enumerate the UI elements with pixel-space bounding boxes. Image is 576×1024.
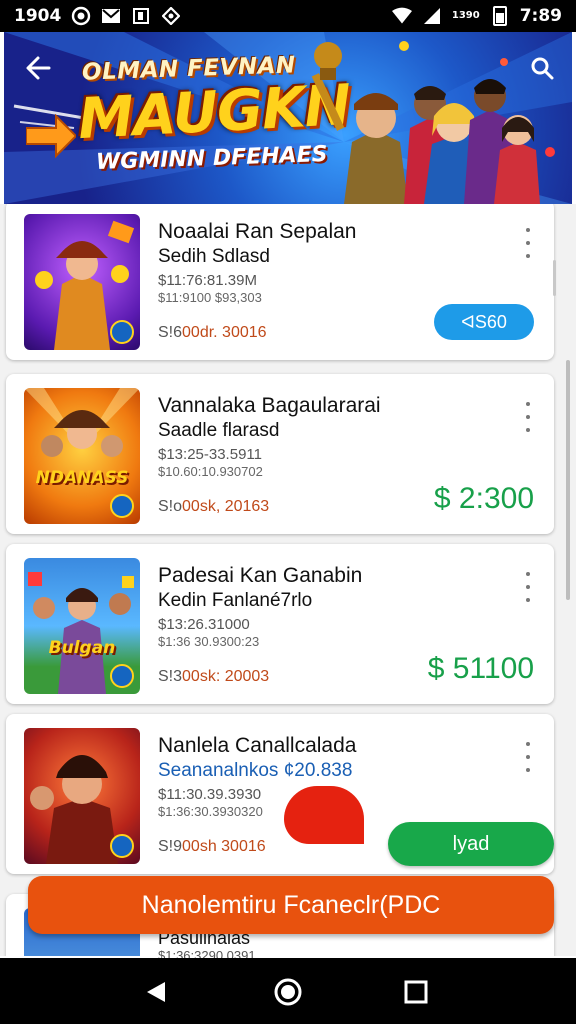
item-thumbnail bbox=[24, 728, 140, 864]
item-thumbnail: Bulgan bbox=[24, 558, 140, 694]
wifi-icon bbox=[391, 6, 412, 26]
banner-arrow-icon bbox=[26, 114, 76, 158]
record-icon bbox=[71, 6, 91, 26]
red-notification-shape bbox=[284, 786, 364, 844]
item-date: S!900sh 30016 bbox=[158, 838, 266, 855]
item-meta: $13:26.31000 bbox=[158, 616, 250, 633]
thumbnail-badge bbox=[110, 320, 134, 344]
battery-icon bbox=[490, 6, 510, 26]
item-date: S!o00sk, 20163 bbox=[158, 498, 270, 515]
back-button[interactable] bbox=[18, 48, 58, 88]
item-title: Nanlela Canallcalada bbox=[158, 734, 357, 757]
notification-icon bbox=[131, 6, 151, 26]
list-item[interactable]: Noaalai Ran Sepalan Sedih Sdlasd $11:76:… bbox=[6, 204, 556, 360]
thumbnail-badge bbox=[110, 494, 134, 518]
hero-banner: OLMAN FEVNAN MAUGKN WGMINN DFEHAES bbox=[4, 32, 572, 204]
status-time-left: 1904 bbox=[14, 6, 62, 26]
search-icon bbox=[531, 57, 554, 80]
more-options-button[interactable] bbox=[516, 742, 540, 772]
nav-back-button[interactable] bbox=[136, 972, 176, 1012]
network-label: 1390 bbox=[451, 10, 480, 21]
item-subtitle: Sedih Sdlasd bbox=[158, 246, 270, 267]
item-meta-secondary: $1:36 30.9300:23 bbox=[158, 634, 260, 649]
price-button[interactable]: ᐊS60 bbox=[434, 304, 534, 340]
list-item[interactable]: Bulgan Padesai Kan Ganabin Kedin Fanlané… bbox=[6, 544, 554, 704]
navigation-bar bbox=[0, 958, 576, 1024]
more-options-button[interactable] bbox=[516, 572, 540, 602]
item-meta-secondary: $11:9100 $93,303 bbox=[158, 290, 262, 305]
thumbnail-badge bbox=[110, 834, 134, 858]
thumbnail-title: NDANASS bbox=[35, 468, 129, 488]
item-price: $ 51100 bbox=[427, 652, 534, 685]
nav-recents-button[interactable] bbox=[396, 972, 436, 1012]
thumbnail-title: Bulgan bbox=[48, 638, 116, 658]
nav-home-button[interactable] bbox=[268, 972, 308, 1012]
item-price: $ 2:300 bbox=[433, 482, 534, 515]
more-options-button[interactable] bbox=[516, 402, 540, 432]
status-bar: 1904 1390 7:89 bbox=[0, 0, 576, 32]
item-subtitle: Saadle flarasd bbox=[158, 420, 280, 441]
item-date: S!300sk: 20003 bbox=[158, 668, 270, 685]
card-scroll-indicator bbox=[553, 260, 556, 296]
thumbnail-badge bbox=[110, 664, 134, 688]
item-meta-secondary: $1:36:30.3930320 bbox=[158, 804, 263, 819]
item-thumbnail: NDANASS bbox=[24, 388, 140, 524]
more-options-button[interactable] bbox=[516, 228, 540, 258]
item-title: Vannalaka Bagaulararai bbox=[158, 394, 381, 417]
search-button[interactable] bbox=[522, 48, 562, 88]
item-meta: $11:76:81.39M bbox=[158, 272, 257, 289]
recents-square-icon bbox=[404, 980, 428, 1004]
mail-icon bbox=[101, 6, 121, 26]
back-arrow-icon bbox=[26, 56, 51, 80]
status-time-right: 7:89 bbox=[519, 6, 562, 26]
item-title: Padesai Kan Ganabin bbox=[158, 564, 363, 587]
item-date: S!600dr. 30016 bbox=[158, 324, 267, 341]
item-subtitle: Seananalnkos ¢20.838 bbox=[158, 760, 353, 781]
back-triangle-icon bbox=[147, 982, 165, 1002]
green-action-button[interactable]: lyad bbox=[388, 822, 554, 866]
item-thumbnail bbox=[24, 214, 140, 350]
item-meta-secondary: $10.60:10.930702 bbox=[158, 464, 263, 479]
item-meta: $11:30.39.3930 bbox=[158, 786, 262, 803]
list-item[interactable]: NDANASS Vannalaka Bagaulararai Saadle fl… bbox=[6, 374, 554, 534]
list-scrollbar[interactable] bbox=[566, 360, 570, 600]
item-meta: $13:25-33.5911 bbox=[158, 446, 262, 463]
home-circle-icon bbox=[274, 978, 302, 1006]
item-title: Noaalai Ran Sepalan bbox=[158, 220, 357, 243]
signal-icon bbox=[422, 6, 442, 26]
item-subtitle: Kedin Fanlané7rlo bbox=[158, 590, 313, 611]
orange-cta-button[interactable]: Nanolemtiru Fcaneclr(PDC bbox=[28, 876, 554, 934]
data-saver-icon bbox=[161, 6, 181, 26]
